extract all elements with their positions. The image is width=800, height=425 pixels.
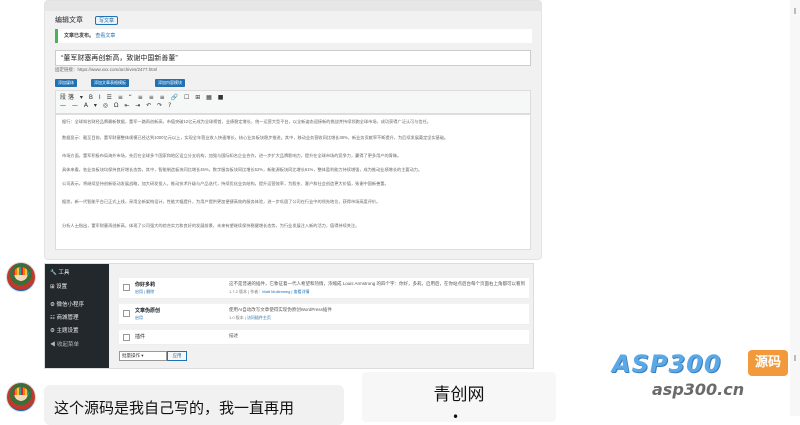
add-new-button[interactable]: 写文章 [95, 16, 119, 25]
user-avatar[interactable] [6, 262, 36, 292]
admin-sidebar: 🔧 工具 ⊞ 设置 ⚙ 微信小程序 ☷ 商城管理 ⚙ 主题设置 ◀ 收起菜单 [45, 264, 109, 368]
row-checkbox[interactable] [123, 310, 130, 317]
plugin-version: 1.0 版本 | [229, 315, 247, 320]
menu-label: 收起菜单 [57, 342, 80, 348]
plugin-name: 你好多莉 [135, 282, 156, 288]
menu-label: 设置 [56, 284, 68, 290]
publish-notice: 文章已发布。 查看文章 [55, 29, 532, 43]
column-header-plugin: 插件 [135, 334, 146, 340]
chat-message: 这个源码是我自己写的，我一直再用 [54, 399, 295, 417]
menu-label: 微信小程序 [56, 302, 84, 308]
editor-heading: 编辑文章 [55, 17, 83, 24]
menu-mini-program[interactable]: ⚙ 微信小程序 [50, 300, 84, 308]
paragraph: 据行：全球知名财经品牌最新数据，董军一路再创新高，市值突破12亿元成为全球榜首，… [62, 119, 431, 124]
notice-text: 文章已发布。 查看文章 [64, 32, 115, 39]
row-checkbox[interactable] [123, 284, 130, 291]
chat-bubble: 这个源码是我自己写的，我一直再用 [44, 385, 344, 425]
plugin-description: 这不是普通的插件，它象征着一代人希望和热情，浓缩成 Louis Armstron… [229, 281, 525, 286]
plugin-meta: 1.7.2 版本 | 作者：Matt Mullenweg | 查看详情 [229, 289, 310, 295]
permalink[interactable]: 固定链接：https://www.xxx.com/archives/2477.h… [55, 67, 157, 73]
paragraph: 公司表示，将继续坚持创新驱动发展战略，加大研发投入，推动技术升级与产品迭代，持续… [62, 181, 389, 186]
apply-button[interactable]: 应用 [167, 351, 187, 361]
menu-theme[interactable]: ⚙ 主题设置 [50, 326, 78, 334]
page-scrollbar[interactable] [790, 0, 800, 416]
add-media-button[interactable]: 添加媒体 [55, 79, 77, 87]
plugin-meta: 1.0 版本 | 访问插件主页 [229, 315, 271, 321]
plugin-description: 使用AI自动改写文章使得实现伪原创WordPress插件 [229, 307, 332, 312]
menu-settings[interactable]: ⊞ 设置 [50, 282, 67, 290]
user-avatar[interactable] [6, 382, 36, 412]
plugins-list: 你好多莉 启用 | 删除 这不是普通的插件，它象征着一代人希望和热情，浓缩成 L… [113, 264, 533, 368]
menu-label: 工具 [58, 270, 70, 276]
card-sub: • [452, 410, 460, 424]
plugin-name: 文章伪原创 [135, 308, 161, 314]
add-table-template-button[interactable]: 添加文章表格模板 [91, 79, 129, 87]
bulk-action-select[interactable]: 批量操作 ▾ [119, 351, 167, 361]
add-content-module-button[interactable]: 添加内容模块 [155, 79, 185, 87]
plugins-screenshot: 🔧 工具 ⊞ 设置 ⚙ 微信小程序 ☷ 商城管理 ⚙ 主题设置 ◀ 收起菜单 你… [44, 263, 534, 369]
plugin-actions[interactable]: 启用 [135, 315, 143, 321]
plugin-version: 1.7.2 版本 | 作者： [229, 289, 263, 294]
plugin-links[interactable]: Matt Mullenweg | 查看详情 [262, 289, 309, 294]
menu-shop[interactable]: ☷ 商城管理 [50, 313, 78, 321]
menu-tools[interactable]: 🔧 工具 [50, 268, 69, 276]
view-post-link[interactable]: 查看文章 [95, 33, 115, 39]
table-row: 你好多莉 启用 | 删除 这不是普通的插件，它象征着一代人希望和热情，浓缩成 L… [119, 278, 529, 299]
menu-collapse[interactable]: ◀ 收起菜单 [50, 340, 79, 348]
table-row: 插件 描述 [119, 330, 529, 345]
paragraph: 数据显示：截至目前，董军财塞整体规模已经达到1000亿元以上，实现全年营业收入快… [62, 135, 449, 140]
toolbar-row-2[interactable]: — — A ▾ ◎ Ω ⇤ ⇥ ↶ ↷ ? [60, 102, 173, 109]
table-row: 文章伪原创 启用 使用AI自动改写文章使得实现伪原创WordPress插件 1.… [119, 304, 529, 325]
scroll-mark-top [794, 8, 796, 14]
toolbar-row-1[interactable]: 段落 ▾ B I ☰ ≡ “ ≡ ≡ ≡ 🔗 ☐ ⊞ ▦ ■ [60, 92, 225, 101]
editor-toolbar: 段落 ▾ B I ☰ ≡ “ ≡ ≡ ≡ 🔗 ☐ ⊞ ▦ ■ — — A ▾ ◎… [55, 90, 531, 114]
notice-prefix: 文章已发布。 [64, 33, 95, 39]
plugin-actions[interactable]: 启用 | 删除 [135, 289, 154, 295]
scroll-mark-bottom [794, 355, 796, 361]
card-title: 青创网 [433, 385, 485, 405]
paragraph: 具体来看，各业务板块均保持良好增长态势。其中，智能制造板块同比增长45%，数字服… [62, 167, 423, 172]
link-card[interactable]: 青创网 • [362, 372, 556, 424]
row-checkbox[interactable] [123, 334, 130, 341]
watermark-url: asp300.cn [652, 380, 745, 399]
paragraph: 据悉，新一代智能平台已正式上线，采用全新架构设计，性能大幅提升，为用户提供更加便… [62, 199, 381, 204]
watermark-badge: 源码 [748, 350, 788, 376]
menu-label: 商城管理 [56, 315, 79, 321]
editor-screenshot: 编辑文章 写文章 文章已发布。 查看文章 “董军财塞再创新高，致谢中国新善董” … [44, 0, 542, 260]
plugin-links[interactable]: 访问插件主页 [247, 315, 271, 320]
paragraph: 分析人士指出，董军财塞再创新高，体现了公司强大的综合实力和良好的发展前景，未来有… [62, 223, 360, 228]
editor-content[interactable]: 据行：全球知名财经品牌最新数据，董军一路再创新高，市值突破12亿元成为全球榜首，… [55, 114, 531, 250]
menu-label: 主题设置 [56, 328, 79, 334]
paragraph: 市场方面，董军积极布局海外市场，先后在全球多个国家和地区设立分支机构，加强与国际… [62, 153, 402, 158]
post-title-field[interactable]: “董军财塞再创新高，致谢中国新善董” [55, 50, 531, 66]
watermark-logo: ASP300 [612, 350, 722, 378]
column-header-description: 描述 [229, 333, 238, 338]
post-title-text: “董军财塞再创新高，致谢中国新善董” [61, 55, 178, 62]
editor-topbar [45, 1, 541, 11]
